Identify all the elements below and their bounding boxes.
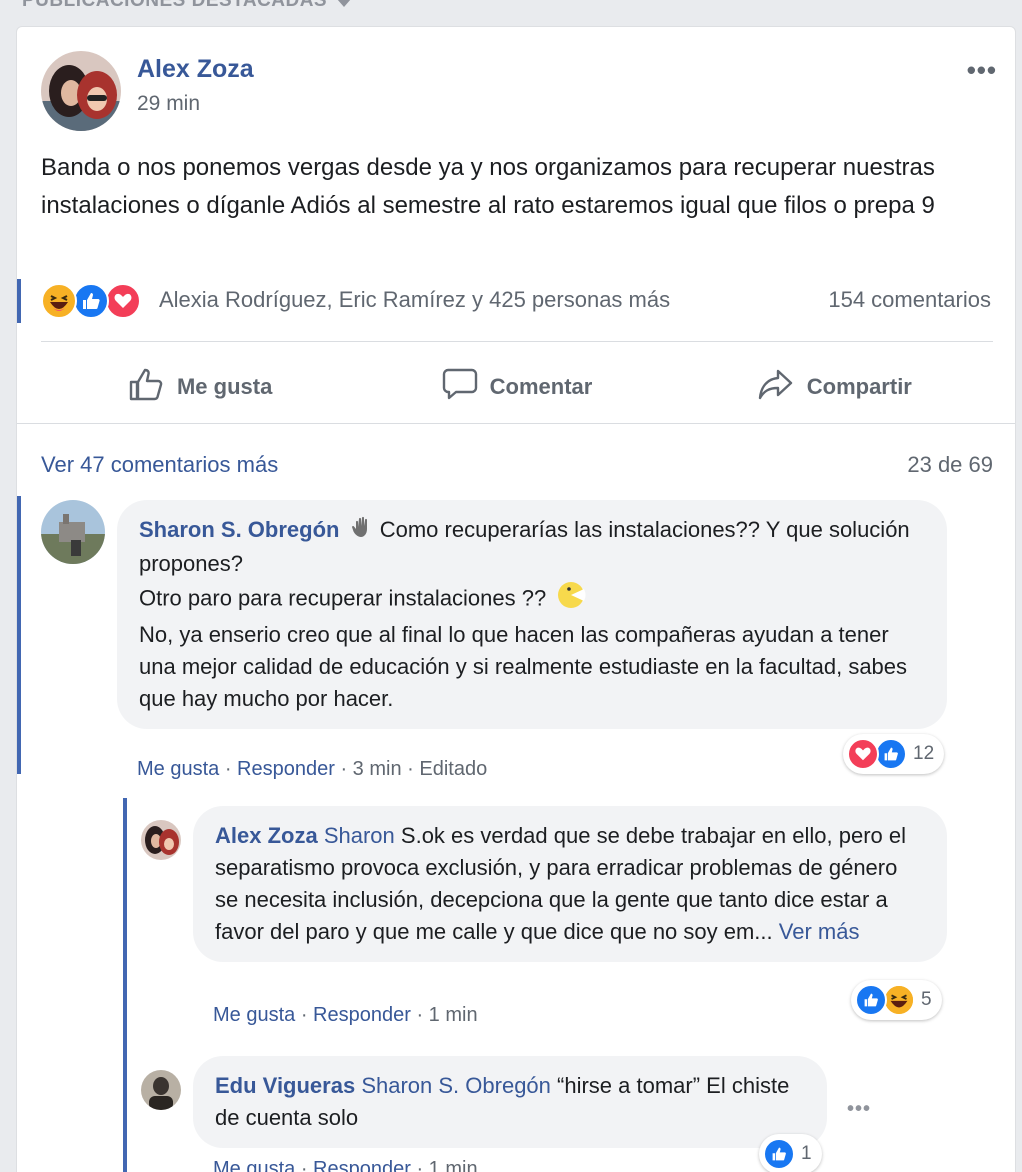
like-icon [763,1138,795,1170]
comment-like-link[interactable]: Me gusta [137,758,219,780]
comment-time[interactable]: 1 min [429,1004,478,1026]
comment-text: No, ya enserio creo que al final lo que … [139,621,908,711]
separator: · [410,1004,429,1026]
comment-time[interactable]: 3 min [353,758,402,780]
separator: · [334,758,353,780]
separator: · [410,1158,429,1172]
comment-bubble: Sharon S. Obregón Como recuperarías las … [117,500,947,729]
edited-label[interactable]: Editado [419,758,487,780]
comment-reactions[interactable]: 12 [843,734,945,774]
comment-reactions[interactable]: 1 [759,1134,822,1172]
mention-link[interactable]: Sharon S. Obregón [361,1073,551,1098]
comment-like-link[interactable]: Me gusta [213,1004,295,1026]
separator: · [219,758,238,780]
reaction-count: 12 [913,743,935,764]
reaction-icons[interactable] [41,283,141,319]
like-icon [875,738,907,770]
separator: · [295,1158,314,1172]
share-label: Compartir [806,374,912,399]
comment-bubble: Alex Zoza Sharon S.ok es verdad que se d… [193,806,947,962]
share-icon [757,365,795,409]
comment-like-link[interactable]: Me gusta [213,1158,295,1172]
separator: · [295,1004,314,1026]
comment-reply-link[interactable]: Responder [313,1004,411,1026]
reaction-count: 5 [921,989,932,1010]
comment-meta: Me gusta · Responder · 1 min [213,1004,478,1027]
love-icon[interactable] [105,283,141,319]
section-header[interactable]: PUBLICACIONES DESTACADAS [22,0,352,12]
divider [41,341,993,342]
post-actions: Me gusta Comentar Compartir [41,347,993,427]
haha-icon [883,984,915,1016]
view-more-comments-link[interactable]: Ver 47 comentarios más [41,452,278,478]
moon-emoji-icon [556,580,586,619]
comment-meta: Me gusta · Responder · 1 min [213,1158,478,1172]
comment-reply-link[interactable]: Responder [237,758,335,780]
reaction-count: 1 [801,1143,812,1164]
see-more-link[interactable]: Ver más [779,919,860,944]
reactions-text[interactable]: Alexia Rodríguez, Eric Ramírez y 425 per… [159,287,670,313]
share-button[interactable]: Compartir [676,347,993,427]
comment-bubble: Edu Vigueras Sharon S. Obregón “hirse a … [193,1056,827,1148]
separator: · [401,758,420,780]
comment-reactions[interactable]: 5 [851,980,942,1020]
comments-count[interactable]: 154 comentarios [828,287,991,313]
comment-label: Comentar [489,374,593,399]
comment-text: Otro paro para recuperar instalaciones ?… [139,585,547,610]
comment-meta: Me gusta · Responder · 3 min · Editado [137,758,487,781]
love-icon [847,738,879,770]
commenter-avatar[interactable] [41,500,105,564]
like-label: Me gusta [176,374,273,399]
thread-indicator [17,496,21,774]
reactions-summary[interactable]: Alexia Rodríguez, Eric Ramírez y 425 per… [17,279,1015,323]
post-timestamp[interactable]: 29 min [137,92,254,116]
mention-link[interactable]: Sharon [324,823,395,848]
comment-options-icon[interactable]: ••• [847,1098,871,1121]
like-icon[interactable] [73,283,109,319]
comment-icon [442,366,478,408]
commenter-avatar[interactable] [141,820,181,860]
post-header: Alex Zoza 29 min [41,51,254,131]
thumbs-up-icon [127,365,165,409]
post-card: Alex Zoza 29 min ••• Banda o nos ponemos… [16,26,1016,1172]
comments-pager: 23 de 69 [907,452,993,477]
author-name[interactable]: Alex Zoza [137,55,254,84]
commenter-avatar[interactable] [141,1070,181,1110]
replies-indicator [123,798,127,1172]
like-icon [855,984,887,1016]
haha-icon[interactable] [41,283,77,319]
comment-time[interactable]: 1 min [429,1158,478,1172]
chevron-down-icon[interactable] [337,0,352,7]
waving-hand-icon [350,515,374,548]
post-body: Banda o nos ponemos vergas desde ya y no… [41,154,935,219]
author-avatar[interactable] [41,51,121,131]
commenter-name[interactable]: Edu Vigueras [215,1073,355,1098]
commenter-name[interactable]: Sharon S. Obregón [139,517,339,542]
section-title: PUBLICACIONES DESTACADAS [22,0,328,11]
comment-button[interactable]: Comentar [358,347,675,427]
comments-section: Ver 47 comentarios más 23 de 69 Sharon S… [17,423,1015,1172]
more-options-icon[interactable]: ••• [967,55,997,86]
comment-reply-link[interactable]: Responder [313,1158,411,1172]
commenter-name[interactable]: Alex Zoza [215,823,318,848]
like-button[interactable]: Me gusta [41,347,358,427]
